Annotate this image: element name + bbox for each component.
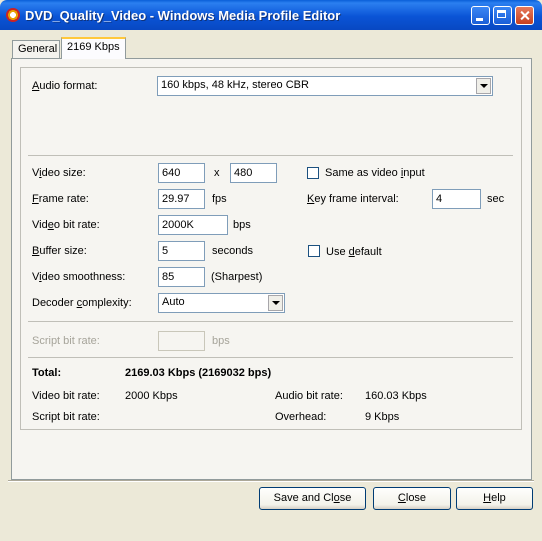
video-bit-rate-input[interactable]: 2000K (158, 215, 228, 235)
decoder-complexity-label: Decoder complexity: (32, 297, 132, 309)
decoder-complexity-value: Auto (162, 296, 185, 308)
divider (28, 357, 513, 358)
video-width-input[interactable]: 640 (158, 163, 205, 183)
audio-format-label: Audio format: (32, 80, 98, 92)
media-player-icon (6, 8, 20, 22)
close-window-button[interactable] (515, 6, 534, 25)
use-default-label[interactable]: Use default (326, 246, 382, 258)
save-and-close-button[interactable]: Save and Close (259, 487, 366, 510)
size-times-sign: x (214, 167, 220, 179)
buffer-size-unit: seconds (212, 245, 253, 257)
chevron-down-icon[interactable] (476, 78, 491, 94)
video-smoothness-input[interactable]: 85 (158, 267, 205, 287)
help-button[interactable]: Help (456, 487, 533, 510)
audio-format-select[interactable]: 160 kbps, 48 kHz, stereo CBR (157, 76, 493, 96)
summary-overhead-value: 9 Kbps (365, 411, 400, 423)
minimize-button[interactable] (471, 6, 490, 25)
tab-general[interactable]: General (12, 40, 60, 58)
smoothness-note: (Sharpest) (211, 271, 263, 283)
summary-audio-bit-rate-label: Audio bit rate: (275, 390, 343, 402)
summary-script-bit-rate-label: Script bit rate: (32, 411, 100, 423)
close-button[interactable]: Close (373, 487, 451, 510)
use-default-checkbox[interactable] (308, 245, 320, 257)
window-title: DVD_Quality_Video - Windows Media Profil… (25, 8, 341, 23)
divider (28, 321, 513, 322)
summary-overhead-label: Overhead: (275, 411, 327, 423)
frame-rate-label: Frame rate: (32, 193, 89, 205)
video-bit-rate-unit: bps (233, 219, 251, 231)
summary-audio-bit-rate-value: 160.03 Kbps (365, 390, 427, 402)
key-frame-unit: sec (487, 193, 505, 205)
profile-editor-window: DVD_Quality_Video - Windows Media Profil… (0, 0, 542, 541)
frame-rate-unit: fps (212, 193, 227, 205)
audio-format-value: 160 kbps, 48 kHz, stereo CBR (161, 79, 309, 91)
script-bit-rate-label: Script bit rate: (32, 335, 100, 347)
key-frame-input[interactable]: 4 (432, 189, 481, 209)
total-label: Total: (32, 367, 62, 379)
same-as-input-checkbox[interactable] (307, 167, 319, 179)
decoder-complexity-select[interactable]: Auto (158, 293, 285, 313)
summary-video-bit-rate-label: Video bit rate: (32, 390, 100, 402)
video-bit-rate-label: Video bit rate: (32, 219, 100, 231)
tab-2169-kbps[interactable]: 2169 Kbps (61, 37, 126, 59)
total-value: 2169.03 Kbps (2169032 bps) (125, 367, 272, 379)
title-bar[interactable]: DVD_Quality_Video - Windows Media Profil… (0, 0, 542, 30)
video-smoothness-label: Video smoothness: (32, 271, 126, 283)
video-size-label: Video size: (32, 167, 86, 179)
chevron-down-icon[interactable] (268, 295, 283, 311)
divider (28, 155, 513, 156)
script-bit-rate-input[interactable] (158, 331, 205, 351)
key-frame-label: Key frame interval: (307, 193, 399, 205)
frame-rate-input[interactable]: 29.97 (158, 189, 205, 209)
script-bit-rate-unit: bps (212, 335, 230, 347)
video-height-input[interactable]: 480 (230, 163, 277, 183)
buffer-size-label: Buffer size: (32, 245, 87, 257)
buffer-size-input[interactable]: 5 (158, 241, 205, 261)
maximize-button[interactable] (493, 6, 512, 25)
footer-divider (8, 480, 534, 482)
same-as-input-label[interactable]: Same as video input (325, 167, 425, 179)
summary-video-bit-rate-value: 2000 Kbps (125, 390, 178, 402)
